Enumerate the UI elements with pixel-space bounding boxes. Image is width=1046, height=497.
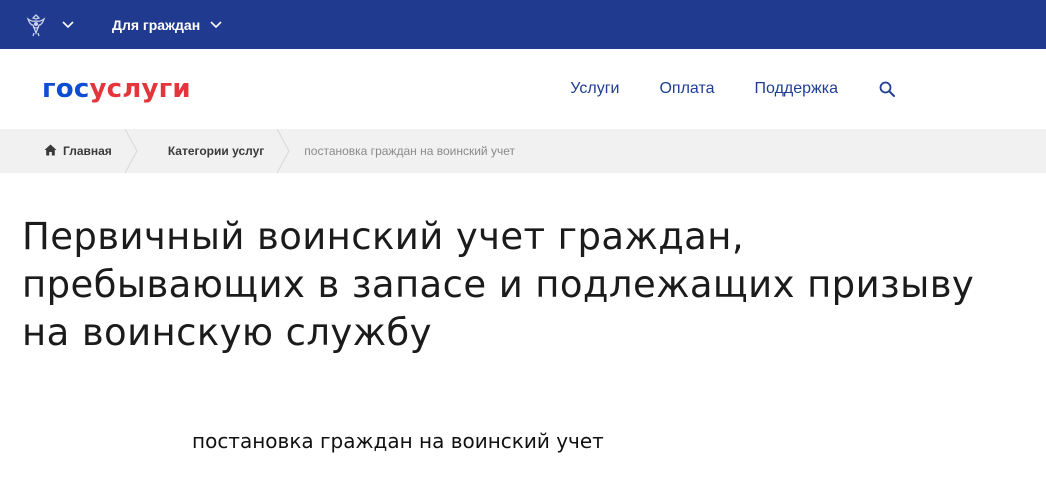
search-icon[interactable] xyxy=(878,80,896,98)
site-header: гос услуги Услуги Оплата Поддержка xyxy=(0,49,1046,129)
breadcrumb-current-label: постановка граждан на воинский учет xyxy=(304,144,515,158)
main-nav: Услуги Оплата Поддержка xyxy=(570,80,896,98)
breadcrumb-current: постановка граждан на воинский учет xyxy=(290,129,541,173)
service-subtitle: постановка граждан на воинский учет xyxy=(192,429,604,453)
nav-item-services[interactable]: Услуги xyxy=(570,80,619,98)
chevron-down-icon xyxy=(210,19,222,31)
breadcrumb-categories-label: Категории услуг xyxy=(167,144,265,158)
breadcrumb-home-label: Главная xyxy=(63,144,112,158)
chevron-down-icon xyxy=(62,19,74,31)
breadcrumb: Главная Категории услуг постановка гражд… xyxy=(0,129,1046,173)
gosuslugi-logo[interactable]: гос услуги xyxy=(42,74,191,104)
breadcrumb-separator xyxy=(124,129,138,173)
breadcrumb-categories[interactable]: Категории услуг xyxy=(138,129,290,173)
citizens-label: Для граждан xyxy=(112,16,201,33)
breadcrumb-separator xyxy=(276,129,290,173)
page-title: Первичный воинский учет граждан, пребыва… xyxy=(22,215,975,354)
home-icon xyxy=(44,144,57,159)
logo-part-uslugi: услуги xyxy=(89,74,191,104)
nav-item-support[interactable]: Поддержка xyxy=(755,80,838,98)
top-bar: Для граждан xyxy=(0,0,1046,49)
breadcrumb-home[interactable]: Главная xyxy=(28,129,138,173)
nav-item-payment[interactable]: Оплата xyxy=(659,80,714,98)
emblem-menu[interactable] xyxy=(22,11,74,39)
logo-part-gos: гос xyxy=(42,74,90,104)
citizens-menu[interactable]: Для граждан xyxy=(112,17,222,33)
russian-coat-of-arms-icon xyxy=(22,11,50,39)
main-content: Первичный воинский учет граждан, пребыва… xyxy=(0,173,1046,453)
